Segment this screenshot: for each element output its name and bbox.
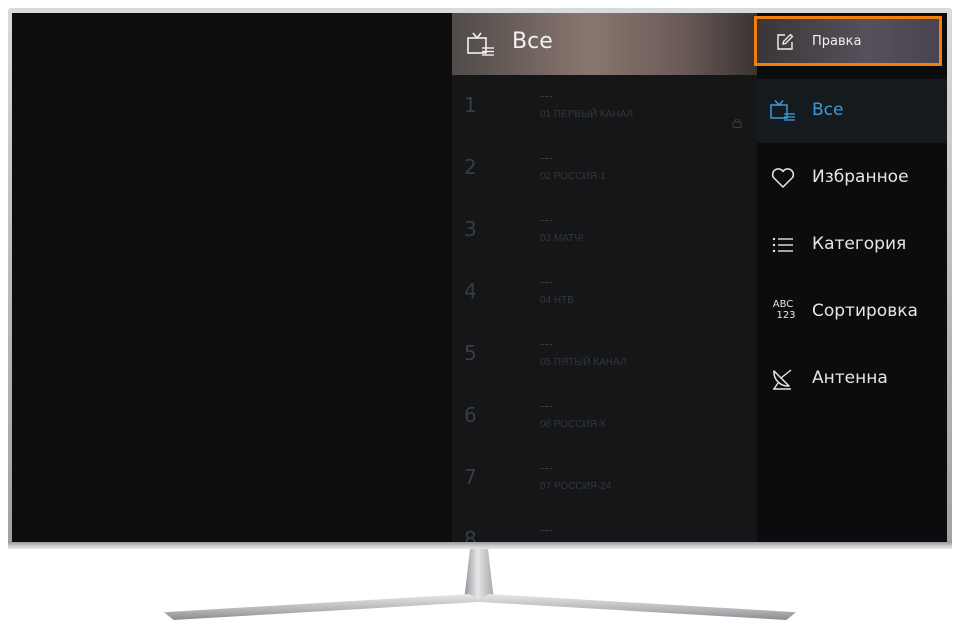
- tv-list-icon: [769, 99, 797, 123]
- tv-stand-neck: [464, 549, 494, 601]
- channel-name: 03 МАТЧ!: [540, 233, 584, 244]
- menu-item-label: Избранное: [812, 167, 909, 187]
- channel-name: 06 РОССИЯ-К: [540, 419, 607, 430]
- abc-icon-bottom: 123: [776, 310, 796, 321]
- channel-name: 04 НТВ: [540, 295, 574, 306]
- edit-button[interactable]: Правка: [754, 16, 942, 66]
- abc-icon-top: ABC: [772, 299, 794, 310]
- channel-list-panel: Все 1 --- 01 ПЕРВЫЙ КАНАЛ 2 --- 02 РОССИ…: [452, 13, 757, 542]
- menu-item-antenna[interactable]: Антенна: [757, 347, 947, 411]
- tv-stand-left-leg: [164, 594, 482, 620]
- channel-name: 07 РОССИЯ-24: [540, 481, 612, 492]
- channel-number: 3: [464, 217, 477, 241]
- channel-row[interactable]: 5 --- 05 ПЯТЫЙ КАНАЛ: [452, 323, 757, 385]
- tv-stand-right-leg: [476, 594, 796, 620]
- menu-item-label: Антенна: [812, 368, 888, 388]
- channel-program: ---: [540, 399, 553, 413]
- channel-number: 4: [464, 279, 477, 303]
- channel-row[interactable]: 8 ---: [452, 509, 757, 542]
- menu-item-category[interactable]: Категория: [757, 213, 947, 277]
- channel-row[interactable]: 1 --- 01 ПЕРВЫЙ КАНАЛ: [452, 75, 757, 137]
- menu-item-all[interactable]: Все: [757, 79, 947, 143]
- channel-row[interactable]: 2 --- 02 РОССИЯ-1: [452, 137, 757, 199]
- channel-program: ---: [540, 275, 553, 289]
- channel-number: 1: [464, 93, 477, 117]
- menu-item-sort[interactable]: ABC 123 Сортировка: [757, 280, 947, 344]
- channel-list-header: Все: [452, 13, 757, 75]
- edit-label: Правка: [812, 34, 862, 49]
- channel-program: ---: [540, 461, 553, 475]
- channel-row[interactable]: 7 --- 07 РОССИЯ-24: [452, 447, 757, 509]
- channel-program: ---: [540, 523, 553, 537]
- channel-row[interactable]: 6 --- 06 РОССИЯ-К: [452, 385, 757, 447]
- menu-item-label: Все: [812, 100, 844, 120]
- channel-number: 2: [464, 155, 477, 179]
- channel-program: ---: [540, 337, 553, 351]
- list-icon: [769, 233, 797, 257]
- tv-screen: Все 1 --- 01 ПЕРВЫЙ КАНАЛ 2 --- 02 РОССИ…: [12, 13, 947, 542]
- channel-program: ---: [540, 213, 553, 227]
- menu-item-favorites[interactable]: Избранное: [757, 146, 947, 210]
- channel-number: 5: [464, 341, 477, 365]
- channel-list-title: Все: [512, 29, 553, 54]
- tv-bezel-bottom: [8, 541, 952, 549]
- channel-name: 01 ПЕРВЫЙ КАНАЛ: [540, 109, 634, 120]
- channel-number: 7: [464, 465, 477, 489]
- channel-row[interactable]: 4 --- 04 НТВ: [452, 261, 757, 323]
- channel-number: 8: [464, 527, 477, 542]
- edit-icon: [775, 32, 795, 52]
- channel-name: 05 ПЯТЫЙ КАНАЛ: [540, 357, 627, 368]
- channel-number: 6: [464, 403, 477, 427]
- channel-row[interactable]: 3 --- 03 МАТЧ!: [452, 199, 757, 261]
- channel-menu-panel: Правка Все Избранное Категория ABC 123 С…: [754, 13, 947, 542]
- tv-list-icon: [466, 31, 496, 59]
- heart-icon: [769, 166, 797, 190]
- satellite-dish-icon: [769, 367, 797, 391]
- abc-123-icon: ABC 123: [768, 299, 798, 325]
- menu-item-label: Сортировка: [812, 301, 918, 321]
- channel-program: ---: [540, 151, 553, 165]
- menu-item-label: Категория: [812, 234, 907, 254]
- channel-name: 02 РОССИЯ-1: [540, 171, 606, 182]
- lock-icon: [732, 113, 742, 128]
- channel-program: ---: [540, 89, 553, 103]
